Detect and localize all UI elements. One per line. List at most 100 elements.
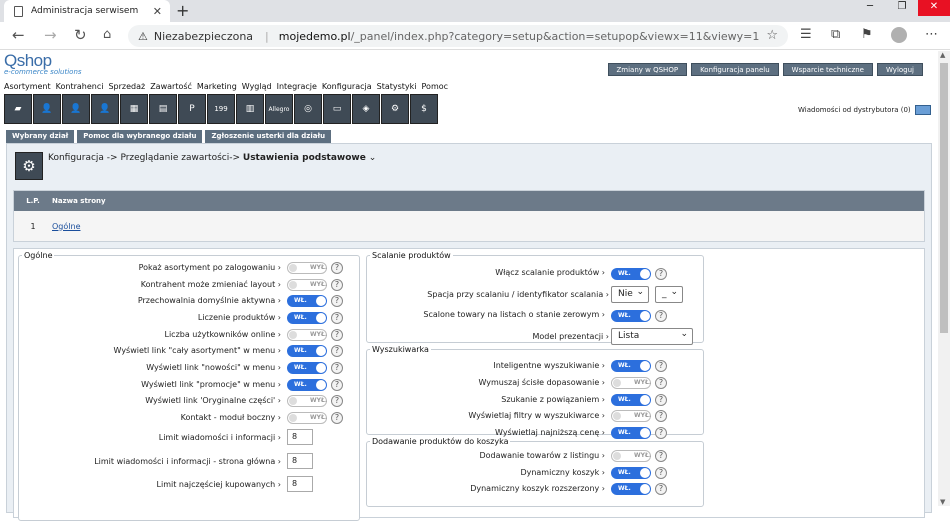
setting-toggle[interactable]: WYŁ. [611, 410, 651, 423]
favorite-star-icon[interactable]: ☆ [766, 28, 778, 43]
price-tag-icon[interactable]: 199 [207, 94, 235, 124]
reload-icon[interactable]: ↻ [74, 26, 87, 44]
close-window-icon[interactable]: ✕ [918, 0, 950, 16]
menu-sprzedaz[interactable]: Sprzedaż [108, 82, 145, 91]
help-icon[interactable]: ? [655, 483, 667, 495]
setting-toggle[interactable]: WYŁ. [287, 412, 327, 424]
allegro-icon[interactable]: Allegro [265, 94, 293, 124]
browser-tab[interactable]: Administracja serwisem ✕ [4, 0, 170, 22]
setting-toggle[interactable]: WYŁ. [287, 329, 327, 341]
maximize-icon[interactable]: ❐ [886, 0, 918, 16]
setting-toggle[interactable]: WŁ. [287, 312, 327, 324]
user-icon[interactable]: 👤 [33, 94, 61, 124]
page-scrollbar[interactable]: ▲ ▼ [938, 51, 950, 506]
tab-report-issue[interactable]: Zgłoszenie usterki dla działu [205, 130, 332, 143]
menu-pomoc[interactable]: Pomoc [422, 82, 449, 91]
menu-marketing[interactable]: Marketing [197, 82, 237, 91]
help-icon[interactable]: ? [331, 379, 343, 391]
help-icon[interactable]: ? [331, 345, 343, 357]
new-tab-icon[interactable]: + [176, 1, 189, 20]
menu-integracje[interactable]: Integracje [277, 82, 317, 91]
scroll-thumb[interactable] [940, 63, 948, 333]
favorites-icon[interactable]: ☰ [800, 27, 812, 42]
merge-zero-toggle[interactable]: WŁ. [611, 310, 651, 322]
menu-asortyment[interactable]: Asortyment [4, 82, 51, 91]
merge-model-select[interactable]: Lista [611, 327, 693, 345]
number-input[interactable]: 8 [287, 476, 313, 492]
help-icon[interactable]: ? [331, 295, 343, 307]
setting-toggle[interactable]: WŁ. [611, 393, 651, 406]
forward-icon[interactable]: → [44, 26, 57, 44]
target-icon[interactable]: ◎ [294, 94, 322, 124]
chart-icon[interactable]: ▰ [4, 94, 32, 124]
changes-button[interactable]: Zmiany w QSHOP [607, 63, 688, 76]
number-input[interactable]: 8 [287, 453, 313, 469]
help-icon[interactable]: ? [655, 410, 667, 423]
feedback-icon[interactable]: ⚑ [861, 27, 873, 42]
breadcrumb-current[interactable]: Ustawienia podstawowe [243, 153, 366, 163]
setting-toggle[interactable]: WYŁ. [287, 262, 327, 274]
close-tab-icon[interactable]: ✕ [153, 5, 162, 18]
help-icon[interactable]: ? [331, 329, 343, 341]
setting-toggle[interactable]: WŁ. [611, 483, 651, 495]
row-page-link[interactable]: Ogólne [52, 222, 80, 231]
help-icon[interactable]: ? [331, 412, 343, 424]
help-icon[interactable]: ? [331, 395, 343, 407]
help-icon[interactable]: ? [655, 360, 667, 372]
setting-toggle[interactable]: WŁ. [611, 360, 651, 372]
panel-config-button[interactable]: Konfiguracja panelu [691, 63, 779, 76]
menu-statystyki[interactable]: Statystyki [377, 82, 417, 91]
help-icon[interactable]: ? [655, 376, 667, 389]
setting-toggle[interactable]: WŁ. [287, 345, 327, 357]
chevron-down-icon[interactable]: ⌄ [369, 153, 377, 163]
setting-toggle[interactable]: WŁ. [611, 466, 651, 479]
merge-spacing-select[interactable]: Nie [611, 285, 649, 303]
menu-zawartosc[interactable]: Zawartość [150, 82, 192, 91]
collections-icon[interactable]: ⧉ [831, 27, 840, 42]
setting-toggle[interactable]: WYŁ. [287, 395, 327, 407]
cards-icon[interactable]: ▭ [323, 94, 351, 124]
table-icon[interactable]: ▥ [236, 94, 264, 124]
help-icon[interactable]: ? [655, 393, 667, 406]
manager-icon[interactable]: 👤 [91, 94, 119, 124]
url-field[interactable]: ⚠ Niezabezpieczona | mojedemo.pl /_panel… [128, 25, 788, 47]
minimize-icon[interactable]: ─ [854, 0, 886, 16]
menu-kontrahenci[interactable]: Kontrahenci [56, 82, 104, 91]
logout-button[interactable]: Wyloguj [877, 63, 923, 76]
p-icon[interactable]: P [178, 94, 206, 124]
setting-toggle[interactable]: WYŁ. [287, 279, 327, 291]
seller-icon[interactable]: 👤 [62, 94, 90, 124]
help-icon[interactable]: ? [655, 450, 667, 462]
scroll-down-icon[interactable]: ▼ [940, 498, 945, 506]
document-icon[interactable]: ▤ [149, 94, 177, 124]
help-icon[interactable]: ? [331, 262, 343, 274]
more-icon[interactable]: ⋯ [925, 27, 938, 42]
shield-icon[interactable]: ◈ [352, 94, 380, 124]
tab-section-help[interactable]: Pomoc dla wybranego działu [77, 130, 203, 143]
help-icon[interactable]: ? [331, 362, 343, 374]
scroll-up-icon[interactable]: ▲ [940, 51, 945, 59]
profile-avatar[interactable] [891, 27, 907, 43]
help-icon[interactable]: ? [655, 310, 667, 322]
setting-toggle[interactable]: WYŁ. [611, 450, 651, 462]
setting-toggle[interactable]: WYŁ. [611, 376, 651, 389]
help-icon[interactable]: ? [331, 312, 343, 324]
merge-id-select[interactable]: _ [655, 285, 683, 303]
setting-toggle[interactable]: WŁ. [287, 362, 327, 374]
number-input[interactable]: 8 [287, 429, 313, 445]
distributor-messages[interactable]: Wiadomości od dystrybutora (0) [798, 105, 931, 115]
setting-toggle[interactable]: WŁ. [287, 295, 327, 307]
grid-icon[interactable]: ▦ [120, 94, 148, 124]
help-icon[interactable]: ? [655, 268, 667, 280]
menu-wyglad[interactable]: Wygląd [242, 82, 272, 91]
tab-selected-section[interactable]: Wybrany dział [6, 130, 75, 143]
home-icon[interactable]: ⌂ [103, 27, 111, 42]
setting-toggle[interactable]: WŁ. [287, 379, 327, 391]
back-icon[interactable]: ← [12, 26, 25, 44]
help-icon[interactable]: ? [331, 279, 343, 291]
finance-icon[interactable]: $ [410, 94, 438, 124]
help-icon[interactable]: ? [655, 466, 667, 479]
menu-konfiguracja[interactable]: Konfiguracja [322, 82, 372, 91]
merge-enable-toggle[interactable]: WŁ. [611, 268, 651, 280]
support-button[interactable]: Wsparcie techniczne [782, 63, 873, 76]
